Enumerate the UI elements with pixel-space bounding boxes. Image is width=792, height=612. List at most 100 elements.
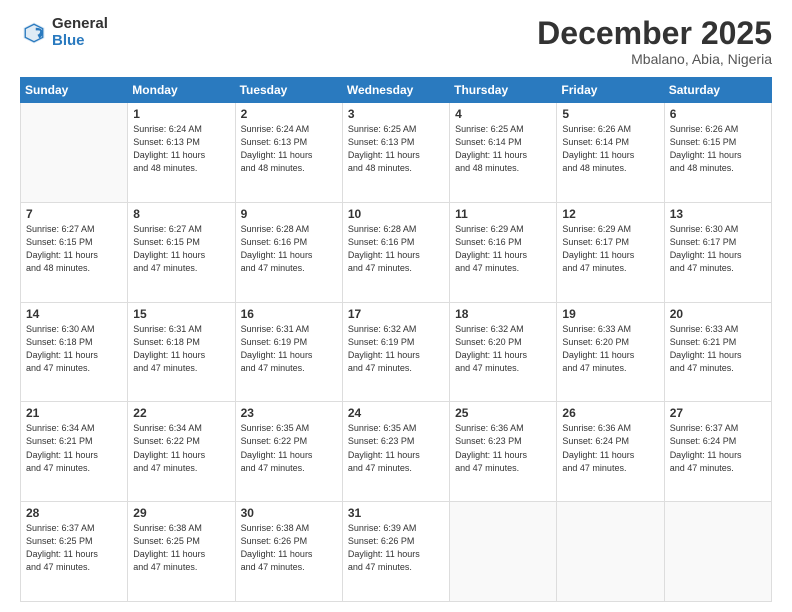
table-row: 14 Sunrise: 6:30 AM Sunset: 6:18 PM Dayli…	[21, 302, 128, 402]
day-info: Sunrise: 6:31 AM Sunset: 6:18 PM Dayligh…	[133, 323, 229, 375]
day-number: 11	[455, 207, 551, 221]
day-number: 28	[26, 506, 122, 520]
day-number: 7	[26, 207, 122, 221]
day-number: 20	[670, 307, 766, 321]
table-row: 17 Sunrise: 6:32 AM Sunset: 6:19 PM Dayli…	[342, 302, 449, 402]
col-sunday: Sunday	[21, 78, 128, 103]
table-row: 15 Sunrise: 6:31 AM Sunset: 6:18 PM Dayli…	[128, 302, 235, 402]
calendar-week-row: 1 Sunrise: 6:24 AM Sunset: 6:13 PM Daylig…	[21, 103, 772, 203]
table-row: 16 Sunrise: 6:31 AM Sunset: 6:19 PM Dayli…	[235, 302, 342, 402]
table-row: 9 Sunrise: 6:28 AM Sunset: 6:16 PM Daylig…	[235, 202, 342, 302]
col-tuesday: Tuesday	[235, 78, 342, 103]
day-info: Sunrise: 6:26 AM Sunset: 6:15 PM Dayligh…	[670, 123, 766, 175]
col-saturday: Saturday	[664, 78, 771, 103]
table-row: 21 Sunrise: 6:34 AM Sunset: 6:21 PM Dayli…	[21, 402, 128, 502]
table-row: 11 Sunrise: 6:29 AM Sunset: 6:16 PM Dayli…	[450, 202, 557, 302]
day-info: Sunrise: 6:34 AM Sunset: 6:21 PM Dayligh…	[26, 422, 122, 474]
day-number: 21	[26, 406, 122, 420]
title-location: Mbalano, Abia, Nigeria	[537, 51, 772, 67]
day-info: Sunrise: 6:33 AM Sunset: 6:21 PM Dayligh…	[670, 323, 766, 375]
day-info: Sunrise: 6:38 AM Sunset: 6:26 PM Dayligh…	[241, 522, 337, 574]
day-info: Sunrise: 6:38 AM Sunset: 6:25 PM Dayligh…	[133, 522, 229, 574]
table-row	[450, 502, 557, 602]
day-number: 8	[133, 207, 229, 221]
day-info: Sunrise: 6:26 AM Sunset: 6:14 PM Dayligh…	[562, 123, 658, 175]
table-row: 7 Sunrise: 6:27 AM Sunset: 6:15 PM Daylig…	[21, 202, 128, 302]
calendar-week-row: 7 Sunrise: 6:27 AM Sunset: 6:15 PM Daylig…	[21, 202, 772, 302]
day-number: 3	[348, 107, 444, 121]
table-row: 24Sunrise: 6:35 AM Sunset: 6:23 PM Dayli…	[342, 402, 449, 502]
day-number: 6	[670, 107, 766, 121]
day-info: Sunrise: 6:39 AM Sunset: 6:26 PM Dayligh…	[348, 522, 444, 574]
table-row: 19 Sunrise: 6:33 AM Sunset: 6:20 PM Dayli…	[557, 302, 664, 402]
col-wednesday: Wednesday	[342, 78, 449, 103]
table-row: 1Sunrise: 6:24 AM Sunset: 6:13 PM Daylig…	[128, 103, 235, 203]
day-number: 9	[241, 207, 337, 221]
day-number: 24	[348, 406, 444, 420]
table-row: 2 Sunrise: 6:24 AM Sunset: 6:13 PM Daylig…	[235, 103, 342, 203]
table-row: 13Sunrise: 6:30 AM Sunset: 6:17 PM Dayli…	[664, 202, 771, 302]
day-number: 4	[455, 107, 551, 121]
day-number: 26	[562, 406, 658, 420]
day-info: Sunrise: 6:36 AM Sunset: 6:23 PM Dayligh…	[455, 422, 551, 474]
logo: General Blue	[20, 16, 108, 49]
day-info: Sunrise: 6:36 AM Sunset: 6:24 PM Dayligh…	[562, 422, 658, 474]
calendar-body: 1 Sunrise: 6:24 AM Sunset: 6:13 PM Daylig…	[21, 103, 772, 602]
day-number: 17	[348, 307, 444, 321]
day-number: 14	[26, 307, 122, 321]
day-number: 16	[241, 307, 337, 321]
table-row: 5 Sunrise: 6:26 AM Sunset: 6:14 PM Daylig…	[557, 103, 664, 203]
logo-general: General	[52, 16, 108, 33]
day-info: Sunrise: 6:31 AM Sunset: 6:19 PM Dayligh…	[241, 323, 337, 375]
day-number: 29	[133, 506, 229, 520]
day-info: Sunrise: 6:34 AM Sunset: 6:22 PM Dayligh…	[133, 422, 229, 474]
day-number: 1	[133, 107, 229, 121]
calendar-week-row: 14 Sunrise: 6:30 AM Sunset: 6:18 PM Dayli…	[21, 302, 772, 402]
table-row: 23 Sunrise: 6:35 AM Sunset: 6:22 PM Dayli…	[235, 402, 342, 502]
day-info: Sunrise: 6:37 AM Sunset: 6:24 PM Dayligh…	[670, 422, 766, 474]
table-row: 10 Sunrise: 6:28 AM Sunset: 6:16 PM Dayli…	[342, 202, 449, 302]
day-number: 12	[562, 207, 658, 221]
day-info: Sunrise: 6:33 AM Sunset: 6:20 PM Dayligh…	[562, 323, 658, 375]
table-row: 20 Sunrise: 6:33 AM Sunset: 6:21 PM Dayli…	[664, 302, 771, 402]
day-info: Sunrise: 6:30 AM Sunset: 6:18 PM Dayligh…	[26, 323, 122, 375]
table-row: 18 Sunrise: 6:32 AM Sunset: 6:20 PM Dayli…	[450, 302, 557, 402]
day-info: Sunrise: 6:29 AM Sunset: 6:17 PM Dayligh…	[562, 223, 658, 275]
logo-text: General Blue	[52, 16, 108, 49]
calendar-week-row: 28Sunrise: 6:37 AM Sunset: 6:25 PM Dayli…	[21, 502, 772, 602]
table-row: 4Sunrise: 6:25 AM Sunset: 6:14 PM Daylig…	[450, 103, 557, 203]
day-info: Sunrise: 6:28 AM Sunset: 6:16 PM Dayligh…	[348, 223, 444, 275]
day-info: Sunrise: 6:29 AM Sunset: 6:16 PM Dayligh…	[455, 223, 551, 275]
title-month: December 2025	[537, 16, 772, 51]
day-info: Sunrise: 6:35 AM Sunset: 6:22 PM Dayligh…	[241, 422, 337, 474]
table-row: 8 Sunrise: 6:27 AM Sunset: 6:15 PM Daylig…	[128, 202, 235, 302]
day-number: 2	[241, 107, 337, 121]
day-info: Sunrise: 6:32 AM Sunset: 6:20 PM Dayligh…	[455, 323, 551, 375]
day-number: 5	[562, 107, 658, 121]
page: General Blue December 2025 Mbalano, Abia…	[0, 0, 792, 612]
day-number: 30	[241, 506, 337, 520]
table-row	[664, 502, 771, 602]
calendar-table: Sunday Monday Tuesday Wednesday Thursday…	[20, 77, 772, 602]
logo-icon	[20, 19, 48, 47]
table-row	[557, 502, 664, 602]
day-number: 19	[562, 307, 658, 321]
day-number: 10	[348, 207, 444, 221]
day-number: 25	[455, 406, 551, 420]
day-number: 15	[133, 307, 229, 321]
day-info: Sunrise: 6:25 AM Sunset: 6:13 PM Dayligh…	[348, 123, 444, 175]
col-friday: Friday	[557, 78, 664, 103]
table-row: 22Sunrise: 6:34 AM Sunset: 6:22 PM Dayli…	[128, 402, 235, 502]
day-info: Sunrise: 6:27 AM Sunset: 6:15 PM Dayligh…	[133, 223, 229, 275]
day-number: 23	[241, 406, 337, 420]
table-row: 31 Sunrise: 6:39 AM Sunset: 6:26 PM Dayli…	[342, 502, 449, 602]
day-number: 18	[455, 307, 551, 321]
logo-blue: Blue	[52, 33, 108, 50]
calendar-header-row: Sunday Monday Tuesday Wednesday Thursday…	[21, 78, 772, 103]
day-info: Sunrise: 6:24 AM Sunset: 6:13 PM Dayligh…	[241, 123, 337, 175]
day-info: Sunrise: 6:27 AM Sunset: 6:15 PM Dayligh…	[26, 223, 122, 275]
day-number: 31	[348, 506, 444, 520]
day-info: Sunrise: 6:32 AM Sunset: 6:19 PM Dayligh…	[348, 323, 444, 375]
table-row: 29 Sunrise: 6:38 AM Sunset: 6:25 PM Dayli…	[128, 502, 235, 602]
day-info: Sunrise: 6:28 AM Sunset: 6:16 PM Dayligh…	[241, 223, 337, 275]
